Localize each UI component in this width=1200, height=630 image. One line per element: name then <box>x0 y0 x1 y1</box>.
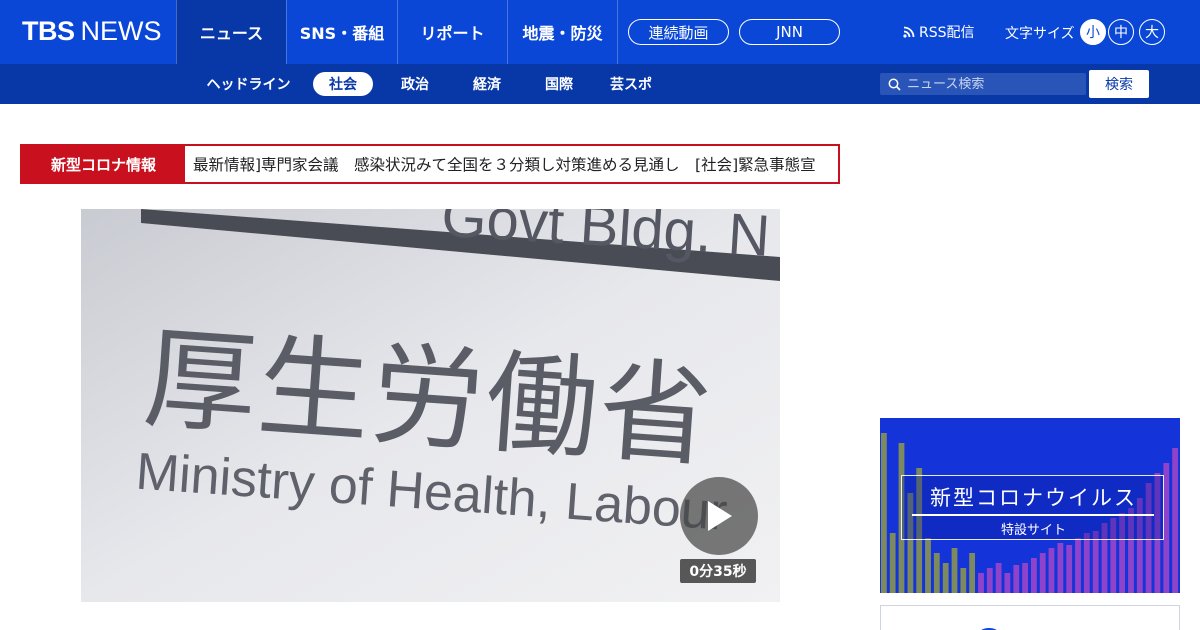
banner-bar <box>986 568 993 593</box>
banner-bar <box>1031 558 1037 593</box>
banner-bar <box>881 433 887 593</box>
banner-bar <box>1075 538 1081 593</box>
play-icon <box>708 501 732 531</box>
logo-sub: NEWS <box>80 15 162 46</box>
subnav-international[interactable]: 国際 <box>529 72 589 96</box>
banner-bar <box>1083 533 1090 593</box>
ticker-text[interactable]: 最新情報]専門家会議 感染状況みて全国を３分類し対策進める見通し [社会]緊急事… <box>185 146 838 182</box>
banner-bar <box>942 563 949 593</box>
banner-bar <box>1039 553 1046 593</box>
banner-bar <box>1022 563 1028 593</box>
banner-bar <box>1066 545 1073 593</box>
banner-bar <box>951 548 958 593</box>
subnav-politics[interactable]: 政治 <box>385 72 445 96</box>
video-player[interactable]: Govt Bldg. N 厚生労働省 Ministry of Health, L… <box>81 209 780 602</box>
nav-item-report[interactable]: リポート <box>397 0 507 64</box>
serial-video-button[interactable]: 連続動画 <box>628 19 729 45</box>
main-nav: ニュース SNS・番組 リポート 地震・防災 <box>176 0 618 64</box>
banner-title: 新型コロナウイルス <box>930 486 1137 510</box>
banner-subtitle: 特設サイト <box>1000 523 1066 538</box>
search-input[interactable] <box>907 76 1077 92</box>
banner-frame: 新型コロナウイルス 特設サイト <box>901 475 1164 540</box>
banner-bar <box>978 573 984 593</box>
logo-main: TBS <box>22 15 75 46</box>
font-size-small-button[interactable]: 小 <box>1080 19 1106 45</box>
banner-bar <box>889 533 896 593</box>
subnav-society[interactable]: 社会 <box>313 72 373 96</box>
banner-bar <box>1172 448 1178 593</box>
side-card[interactable] <box>880 605 1180 630</box>
banner-bar <box>925 538 931 593</box>
banner-bar <box>933 553 940 593</box>
font-size-large-button[interactable]: 大 <box>1139 19 1165 45</box>
search-icon <box>888 78 901 91</box>
font-size-medium-button[interactable]: 中 <box>1108 19 1134 45</box>
banner-bar <box>960 568 967 593</box>
subnav-economy[interactable]: 経済 <box>457 72 517 96</box>
covid-news-ticker[interactable]: 新型コロナ情報 最新情報]専門家会議 感染状況みて全国を３分類し対策進める見通し… <box>20 144 840 184</box>
banner-bar <box>995 563 1002 593</box>
video-duration: 0分35秒 <box>680 559 756 583</box>
video-thumbnail: Govt Bldg. N 厚生労働省 Ministry of Health, L… <box>81 209 780 602</box>
banner-divider <box>912 514 1154 516</box>
tbs-news-logo[interactable]: TBS NEWS <box>22 14 162 48</box>
font-size-label: 文字サイズ <box>1005 26 1075 42</box>
jnn-button[interactable]: JNN <box>739 19 840 45</box>
banner-bar <box>969 553 975 593</box>
rss-icon <box>903 26 915 38</box>
banner-bar <box>1004 573 1011 593</box>
top-header: TBS NEWS ニュース SNS・番組 リポート 地震・防災 連続動画 JNN… <box>0 0 1200 64</box>
banner-bar <box>1057 543 1064 593</box>
banner-bar <box>1013 565 1020 593</box>
banner-bar <box>1048 548 1055 593</box>
sub-nav: ヘッドライン 社会 政治 経済 国際 芸スポ <box>200 64 661 104</box>
search-box <box>880 73 1086 95</box>
nav-item-news[interactable]: ニュース <box>176 0 286 64</box>
search-button[interactable]: 検索 <box>1089 70 1149 98</box>
ticker-label: 新型コロナ情報 <box>22 146 185 182</box>
covid-special-site-banner[interactable]: 新型コロナウイルス 特設サイト <box>880 418 1180 593</box>
nav-item-sns-programs[interactable]: SNS・番組 <box>286 0 397 64</box>
subnav-headline[interactable]: ヘッドライン <box>200 72 297 96</box>
rss-label: RSS配信 <box>919 25 975 41</box>
banner-bar <box>1092 531 1099 593</box>
rss-link[interactable]: RSS配信 <box>903 22 975 42</box>
subnav-entertainment-sports[interactable]: 芸スポ <box>601 72 661 96</box>
play-button[interactable] <box>680 477 758 555</box>
nav-item-earthquake[interactable]: 地震・防災 <box>507 0 618 64</box>
